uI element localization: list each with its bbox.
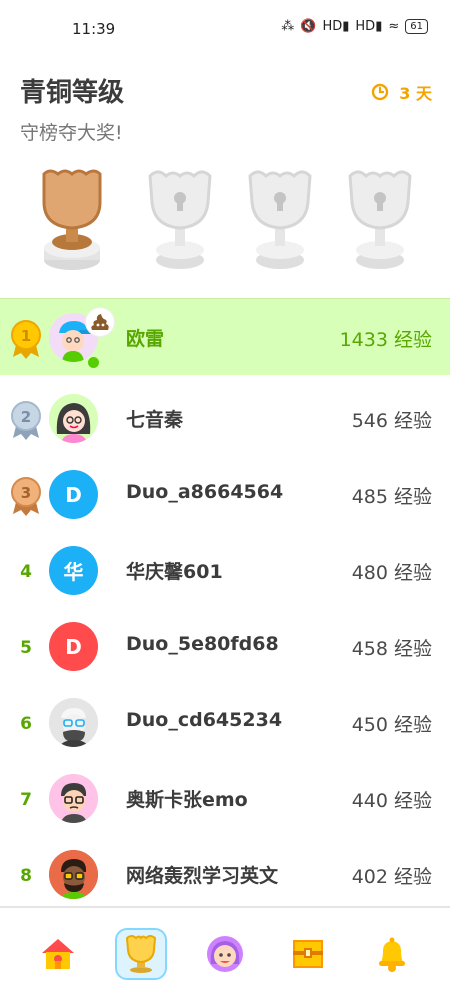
user-xp: 402 经验	[351, 866, 432, 888]
rank-number: 5	[20, 638, 32, 658]
mute-icon: 🔇	[300, 19, 317, 34]
timer-text: 3 天	[399, 84, 432, 103]
avatar[interactable]	[49, 774, 98, 823]
leaderboard-row[interactable]: 3 D Duo_a8664564 485 经验	[0, 456, 450, 532]
league-title: 青铜等级	[20, 78, 125, 108]
bottom-nav	[0, 906, 450, 1002]
leaderboard-row[interactable]: 8 网络轰烈学习英文 402 经验	[0, 836, 450, 912]
league-header: 青铜等级 3 天 守榜夺大奖!	[0, 60, 450, 296]
svg-text:1: 1	[21, 327, 31, 345]
profile-icon	[207, 936, 243, 972]
user-avatar-icon	[49, 774, 98, 823]
treasure-chest-icon	[293, 940, 323, 968]
leaderboard-trophy-icon	[125, 935, 157, 973]
notifications-bell-icon	[379, 937, 405, 972]
home-icon	[42, 939, 74, 969]
clock-icon	[372, 83, 389, 101]
signal-icon-2: HD▮	[355, 19, 383, 34]
rank-number: 7	[20, 790, 32, 810]
leaderboard-row[interactable]: 5 D Duo_5e80fd68 458 经验	[0, 608, 450, 684]
user-name: Duo_a8664564	[126, 481, 284, 503]
svg-text:2: 2	[21, 408, 31, 426]
leaderboard-row[interactable]: 7 奥斯卡张emo 440 经验	[0, 760, 450, 836]
avatar[interactable]: D	[49, 622, 98, 671]
locked-trophy-icon[interactable]	[140, 168, 220, 278]
user-name: 网络轰烈学习英文	[126, 865, 279, 887]
rank-medal-bronze: 3	[8, 476, 44, 516]
user-name: Duo_cd645234	[126, 709, 283, 731]
rank-number: 8	[20, 866, 32, 886]
avatar[interactable]: D	[49, 470, 98, 519]
signal-icon: HD▮	[322, 19, 350, 34]
svg-text:3: 3	[21, 484, 31, 502]
status-icons: ⁂ 🔇 HD▮ HD▮ ≈ 61	[281, 19, 428, 34]
rank-number: 4	[20, 562, 32, 582]
bronze-trophy-icon[interactable]	[32, 168, 112, 278]
user-xp: 450 经验	[351, 714, 432, 736]
user-name: 七音秦	[126, 409, 184, 431]
user-name: 欧雷	[126, 328, 165, 350]
status-bar: 11:39 ⁂ 🔇 HD▮ HD▮ ≈ 61	[0, 0, 450, 60]
locked-trophy-icon[interactable]	[240, 168, 320, 278]
nav-home[interactable]	[32, 928, 84, 980]
wifi-icon: ≈	[388, 19, 400, 34]
avatar[interactable]	[49, 850, 98, 899]
status-time: 11:39	[72, 20, 116, 38]
online-status-dot	[86, 355, 101, 370]
user-name: 奥斯卡张emo	[126, 789, 248, 811]
user-xp: 1433 经验	[339, 329, 432, 351]
leaderboard-row-current-user[interactable]: 1 欧雷 1433 经验	[0, 298, 450, 375]
user-xp: 458 经验	[351, 638, 432, 660]
avatar[interactable]	[49, 698, 98, 747]
bluetooth-icon: ⁂	[281, 19, 295, 34]
rank-medal-gold: 1	[8, 319, 44, 359]
league-timer: 3 天	[371, 80, 432, 104]
user-xp: 546 经验	[351, 410, 432, 432]
avatar[interactable]	[49, 394, 98, 443]
nav-profile[interactable]	[199, 928, 251, 980]
user-name: 华庆馨601	[126, 561, 223, 583]
poop-badge-icon	[86, 308, 114, 336]
user-avatar-icon	[49, 850, 98, 899]
rank-number: 6	[20, 714, 32, 734]
user-avatar-icon	[49, 698, 98, 747]
user-name: Duo_5e80fd68	[126, 633, 279, 655]
league-subtitle: 守榜夺大奖!	[20, 122, 123, 144]
leaderboard-row[interactable]: 2 七音秦 546 经验	[0, 380, 450, 456]
nav-leaderboard[interactable]	[115, 928, 167, 980]
league-trophies	[0, 168, 450, 288]
user-xp: 440 经验	[351, 790, 432, 812]
rank-medal-silver: 2	[8, 400, 44, 440]
avatar[interactable]: 华	[49, 546, 98, 595]
user-xp: 485 经验	[351, 486, 432, 508]
nav-notifications[interactable]	[366, 928, 418, 980]
locked-trophy-icon[interactable]	[340, 168, 420, 278]
leaderboard-row[interactable]: 6 Duo_cd645234 450 经验	[0, 684, 450, 760]
battery-icon: 61	[405, 19, 428, 34]
user-xp: 480 经验	[351, 562, 432, 584]
user-avatar-icon	[49, 394, 98, 443]
nav-shop[interactable]	[282, 928, 334, 980]
leaderboard-row[interactable]: 4 华 华庆馨601 480 经验	[0, 532, 450, 608]
